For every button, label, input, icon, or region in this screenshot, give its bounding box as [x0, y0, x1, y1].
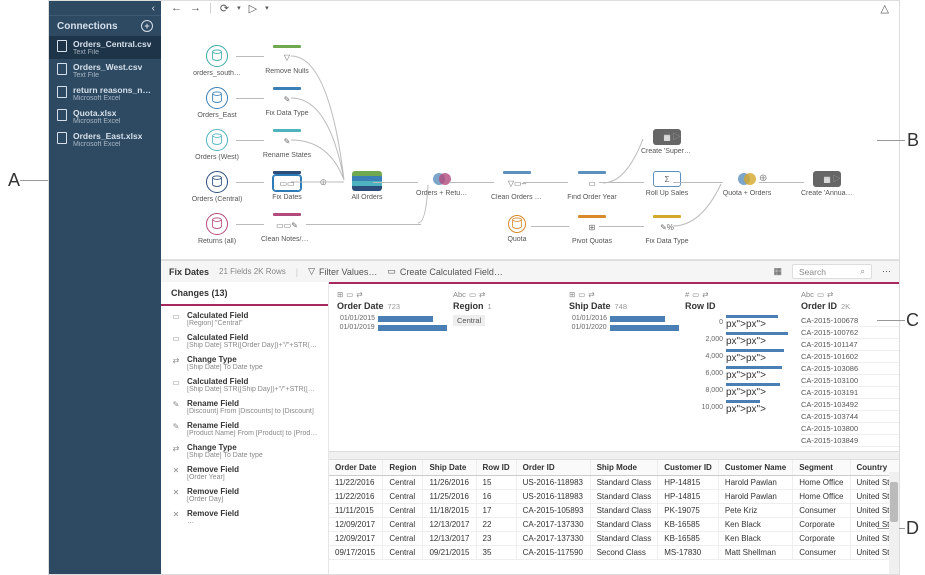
flow-canvas[interactable]: orders_south… Orders_East Orders (West) …: [161, 15, 899, 260]
node-create-superstore[interactable]: ▦▷Create 'Superst…: [641, 129, 693, 155]
change-item[interactable]: ✕ Remove Field[Order Year]: [161, 462, 328, 484]
grid-header[interactable]: Segment: [793, 460, 850, 476]
change-item[interactable]: ✎ Rename Field[Discount] From [Discounts…: [161, 396, 328, 418]
change-icon: ⇄: [171, 355, 181, 365]
node-orders-east[interactable]: Orders_East: [191, 87, 243, 119]
document-icon: [57, 40, 67, 52]
grid-header[interactable]: Region: [383, 460, 423, 476]
annotation-a: A: [8, 170, 20, 191]
node-orders-south[interactable]: orders_south…: [191, 45, 243, 77]
top-toolbar: ← → | ⟳ ▾ ▷ ▾ △: [161, 1, 899, 15]
node-quota[interactable]: Quota: [491, 215, 543, 243]
create-calc-field-button[interactable]: ▭Create Calculated Field…: [387, 266, 503, 277]
grid-scrollbar[interactable]: [889, 472, 899, 574]
change-item[interactable]: ✎ Rename Field[Product Name] From [Produ…: [161, 418, 328, 440]
change-item[interactable]: ⇄ Change Type[Ship Date] To Date type: [161, 352, 328, 374]
change-icon: ⇄: [171, 443, 181, 453]
add-connection-button[interactable]: +: [141, 20, 153, 32]
filter-values-button[interactable]: ▽Filter Values…: [308, 266, 377, 277]
profile-more-icon[interactable]: ⋯: [882, 266, 891, 277]
document-icon: [57, 132, 67, 144]
nav-back-button[interactable]: ←: [171, 2, 182, 14]
data-grid[interactable]: Order DateRegionShip DateRow IDOrder IDS…: [329, 451, 899, 574]
grid-header[interactable]: Customer ID: [658, 460, 719, 476]
node-pivot-quotas[interactable]: ⊞Pivot Quotas: [566, 215, 618, 245]
change-item[interactable]: ⇄ Change Type[Ship Date] To Date type: [161, 440, 328, 462]
changes-pane: Changes (13) ▭ Calculated Field[Region] …: [161, 282, 329, 574]
run-flow-button[interactable]: ▷: [249, 2, 257, 15]
grid-header[interactable]: Order ID: [516, 460, 590, 476]
document-icon: [57, 63, 67, 75]
node-quota-orders[interactable]: ⊕ Quota + Orders: [721, 171, 773, 197]
table-row[interactable]: 11/22/2016Central11/25/201616US-2016-118…: [329, 490, 899, 504]
node-orders-west[interactable]: Orders (West): [191, 129, 243, 161]
node-orders-central[interactable]: Orders (Central): [191, 171, 243, 203]
grid-header[interactable]: Row ID: [476, 460, 516, 476]
view-toggle-icon[interactable]: ▦: [773, 266, 782, 277]
table-row[interactable]: 12/09/2017Central12/13/201722CA-2017-137…: [329, 518, 899, 532]
profile-toolbar: Fix Dates 21 Fields 2K Rows | ▽Filter Va…: [161, 260, 899, 282]
step-name-label: Fix Dates: [169, 267, 209, 277]
table-row[interactable]: 09/17/2015Central09/21/201535CA-2015-117…: [329, 546, 899, 560]
grid-header[interactable]: Ship Date: [423, 460, 476, 476]
change-item[interactable]: ▭ Calculated Field[Region] "Central": [161, 308, 328, 330]
grid-header[interactable]: Customer Name: [718, 460, 792, 476]
change-item[interactable]: ▭ Calculated Field[Ship Date] STR([Ship …: [161, 374, 328, 396]
change-icon: ✎: [171, 421, 181, 431]
node-clean-notes[interactable]: ▭▭✎Clean Notes/Ap…: [261, 213, 313, 243]
node-returns-all[interactable]: Returns (all): [191, 213, 243, 245]
table-row[interactable]: 11/11/2015Central11/18/201517CA-2015-105…: [329, 504, 899, 518]
refresh-button[interactable]: ⟳: [220, 2, 229, 15]
change-icon: ✎: [171, 399, 181, 409]
annotation-b: B: [907, 130, 919, 151]
profile-column[interactable]: ⊞▭⇄ Ship Date74801/01/201601/01/2020: [569, 290, 679, 447]
annotation-c: C: [906, 310, 919, 331]
connection-item[interactable]: Orders_East.xlsxMicrosoft Excel: [49, 128, 161, 151]
notifications-icon[interactable]: △: [881, 2, 889, 15]
change-item[interactable]: ✕ Remove Field[Order Day]: [161, 484, 328, 506]
grid-header[interactable]: Order Date: [329, 460, 383, 476]
changes-title: Changes (13): [161, 282, 328, 306]
change-icon: ▭: [171, 311, 181, 321]
profile-column[interactable]: Abc▭⇄ Order ID2KCA-2015-100678CA-2015-10…: [801, 290, 899, 447]
connections-sidebar: ‹ Connections + Orders_Central.csvText F…: [49, 1, 161, 574]
profile-column[interactable]: Abc▭⇄ Region1Central: [453, 290, 563, 447]
node-create-annual[interactable]: ▦▷Create 'Annual …: [801, 171, 853, 197]
profile-search-input[interactable]: Search⌕: [792, 264, 872, 279]
profile-columns: ⊞▭⇄ Order Date72301/01/201501/01/2019Abc…: [329, 282, 899, 451]
connection-item[interactable]: Orders_West.csvText File: [49, 59, 161, 82]
annotation-d: D: [906, 518, 919, 539]
change-icon: ▭: [171, 333, 181, 343]
connections-title: Connections: [57, 21, 118, 32]
change-icon: ✕: [171, 487, 181, 497]
search-icon: ⌕: [860, 266, 865, 277]
table-row[interactable]: 11/22/2016Central11/26/201615US-2016-118…: [329, 476, 899, 490]
step-summary-label: 21 Fields 2K Rows: [219, 267, 286, 276]
document-icon: [57, 109, 67, 121]
change-item[interactable]: ▭ Calculated Field[Ship Date] STR([Order…: [161, 330, 328, 352]
grid-header[interactable]: Ship Mode: [590, 460, 658, 476]
change-item[interactable]: ✕ Remove Field…: [161, 506, 328, 528]
change-icon: ✕: [171, 509, 181, 519]
profile-column[interactable]: #▭⇄ Row ID0px">px">2,000px">px">4,000px"…: [685, 290, 795, 447]
connection-item[interactable]: Quota.xlsxMicrosoft Excel: [49, 105, 161, 128]
sidebar-collapse[interactable]: ‹: [49, 1, 161, 15]
table-row[interactable]: 12/09/2017Central12/13/201723CA-2017-137…: [329, 532, 899, 546]
change-icon: ✕: [171, 465, 181, 475]
node-clean-orders[interactable]: ▽▭–Clean Orders + …: [491, 171, 543, 201]
connection-item[interactable]: Orders_Central.csvText File: [49, 36, 161, 59]
nav-forward-button[interactable]: →: [190, 2, 201, 14]
profile-column[interactable]: ⊞▭⇄ Order Date72301/01/201501/01/2019: [337, 290, 447, 447]
change-icon: ▭: [171, 377, 181, 387]
document-icon: [57, 86, 67, 98]
connection-item[interactable]: return reasons_new…Microsoft Excel: [49, 82, 161, 105]
